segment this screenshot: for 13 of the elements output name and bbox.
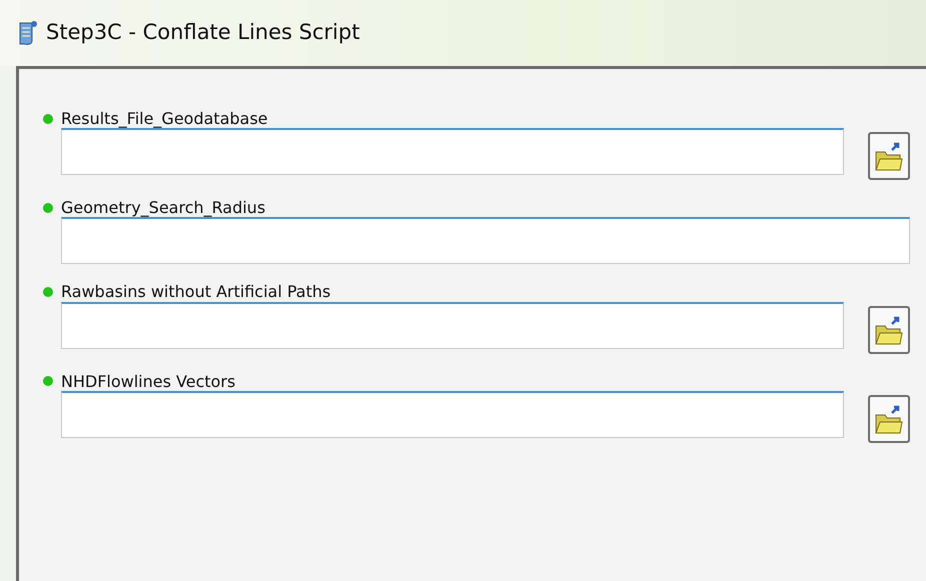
browse-button[interactable] [868,132,910,180]
parameter-label: Results_File_Geodatabase [61,109,268,128]
browse-button[interactable] [868,394,910,443]
input-field[interactable] [61,217,910,264]
input-field[interactable] [61,302,844,349]
window-title: Step3C - Conflate Lines Script [46,19,360,46]
parameter-label: Rawbasins without Artificial Paths [61,282,331,302]
parameter-label: NHDFlowlines Vectors [61,372,236,391]
browse-button[interactable] [868,306,910,354]
input-field[interactable] [61,390,844,438]
input-field[interactable] [61,128,844,176]
parameter-label: Geometry_Search_Radius [61,198,266,218]
folder-icon [874,140,904,172]
